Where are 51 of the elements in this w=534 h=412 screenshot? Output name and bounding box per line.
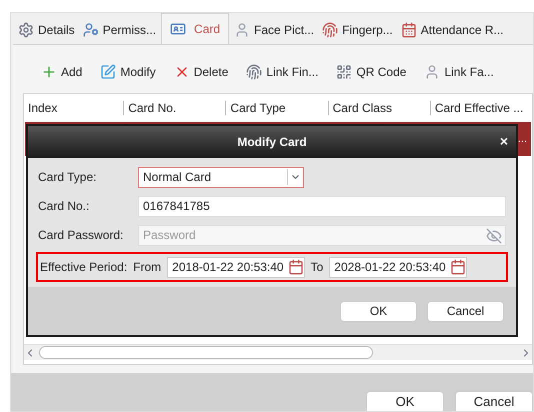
- tab[interactable]: Attendance R...: [398, 16, 506, 44]
- scrollbar-thumb[interactable]: [39, 346, 373, 359]
- field-label: Card No.:: [38, 198, 90, 215]
- card-number-field[interactable]: 0167841785: [138, 196, 506, 216]
- calendar-icon: [400, 22, 417, 38]
- table-cell-text: ...: [518, 132, 527, 147]
- dialog-button[interactable]: Cancel: [427, 300, 504, 322]
- column-header[interactable]: Index: [24, 101, 124, 115]
- column-header[interactable]: Card No.: [123, 101, 226, 115]
- dialog-title: Modify Card: [237, 134, 307, 151]
- toolbar-button[interactable]: QR Code: [336, 63, 406, 81]
- qr-code-icon: [336, 64, 352, 80]
- from-label: From: [133, 259, 162, 276]
- user-icon: [234, 22, 250, 38]
- to-label: To: [310, 259, 324, 276]
- fingerprint-icon: [322, 22, 338, 38]
- tab[interactable]: Face Pict...: [231, 16, 318, 44]
- close-button[interactable]: ×: [500, 133, 508, 149]
- to-date-field[interactable]: 2028-01-22 20:53:40: [329, 256, 467, 278]
- user-icon: [82, 22, 99, 38]
- toolbar-button[interactable]: Modify: [100, 63, 156, 81]
- footer-button[interactable]: Cancel: [455, 391, 533, 411]
- dialog-button[interactable]: OK: [340, 300, 417, 322]
- tab[interactable]: Details: [15, 16, 78, 44]
- tab[interactable]: Permiss...: [80, 16, 160, 44]
- column-header[interactable]: Card Type: [225, 101, 328, 115]
- user-icon: [424, 64, 440, 80]
- gear-icon: [18, 22, 34, 38]
- calendar-icon[interactable]: [450, 259, 466, 275]
- column-header[interactable]: Card Effective ...: [430, 101, 532, 115]
- edit-icon: [100, 64, 116, 80]
- calendar-icon[interactable]: [288, 259, 304, 275]
- horizontal-scrollbar[interactable]: [24, 344, 532, 360]
- toolbar-button[interactable]: Link Fa...: [424, 63, 494, 81]
- toolbar-button[interactable]: Link Fin...: [246, 63, 318, 81]
- field-label: Effective Period:: [40, 259, 128, 276]
- fingerprint-icon: [246, 64, 262, 80]
- hide-password-icon[interactable]: [486, 228, 502, 244]
- toolbar-button[interactable]: Delete: [174, 63, 228, 81]
- toolbar-button[interactable]: Add: [41, 63, 82, 81]
- tab[interactable]: Card: [161, 13, 230, 44]
- password-field[interactable]: Password: [138, 224, 506, 246]
- tab[interactable]: Fingerp...: [319, 16, 396, 44]
- field-label: Card Type:: [38, 169, 98, 186]
- from-date-field[interactable]: 2018-01-22 20:53:40: [167, 256, 305, 278]
- field-label: Card Password:: [38, 227, 124, 244]
- card-icon: [170, 21, 186, 37]
- footer-button[interactable]: OK: [366, 391, 444, 411]
- card-type-dropdown[interactable]: Normal Card: [138, 166, 304, 188]
- column-header[interactable]: Card Class: [328, 101, 430, 115]
- plus-icon: [41, 64, 57, 80]
